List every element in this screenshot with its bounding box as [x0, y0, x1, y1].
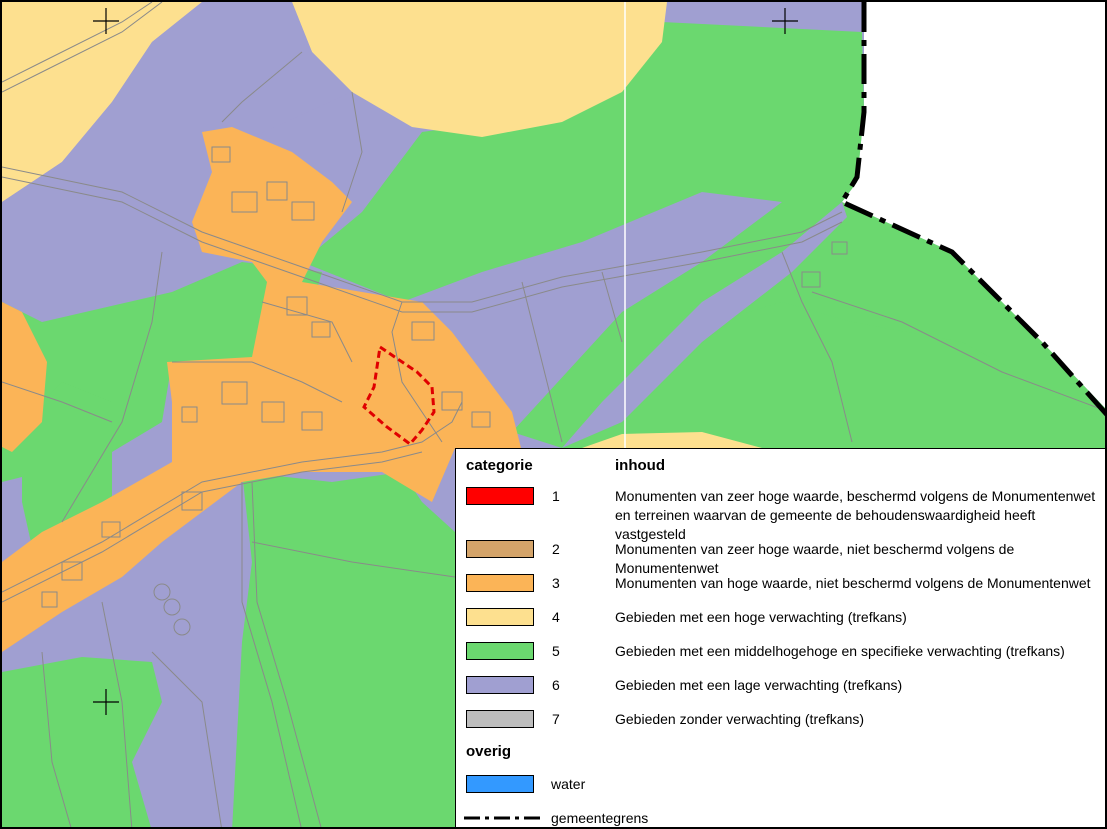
legend-row-3: 3 Monumenten van hoge waarde, niet besch… — [456, 572, 1105, 602]
legend-swatch-3 — [466, 574, 534, 592]
legend-row-4: 4 Gebieden met een hoge verwachting (tre… — [456, 606, 1105, 636]
legend-swatch-2 — [466, 540, 534, 558]
map-legend: categorie inhoud 1 Monumenten van zeer h… — [455, 448, 1105, 827]
legend-desc-5: Gebieden met een middelhogehoge en speci… — [615, 643, 1065, 659]
legend-desc-3: Monumenten van hoge waarde, niet bescher… — [615, 575, 1091, 591]
legend-swatch-4 — [466, 608, 534, 626]
legend-swatch-1 — [466, 487, 534, 505]
legend-category-header: categorie — [466, 457, 533, 474]
legend-row-water: water — [456, 775, 1105, 805]
legend-row-2: 2 Monumenten van zeer hoge waarde, niet … — [456, 538, 1105, 576]
legend-boundary-label: gemeentegrens — [551, 810, 649, 826]
legend-row-1: 1 Monumenten van zeer hoge waarde, besch… — [456, 485, 1105, 542]
zone-mid-south — [232, 472, 455, 827]
legend-swatch-7 — [466, 710, 534, 728]
legend-swatch-water — [466, 775, 534, 793]
legend-desc-7: Gebieden zonder verwachting (trefkans) — [615, 711, 865, 727]
legend-other-header: overig — [466, 743, 512, 760]
legend-num-6: 6 — [552, 677, 560, 693]
legend-num-2: 2 — [552, 541, 560, 557]
legend-num-7: 7 — [552, 711, 560, 727]
legend-num-1: 1 — [552, 488, 560, 504]
legend-desc-6: Gebieden met een lage verwachting (trefk… — [615, 677, 903, 693]
legend-boundary-line — [464, 816, 542, 820]
legend-desc-1: Monumenten van zeer hoge waarde, bescher… — [615, 488, 1096, 542]
legend-num-5: 5 — [552, 643, 560, 659]
legend-swatch-5 — [466, 642, 534, 660]
legend-swatch-6 — [466, 676, 534, 694]
legend-num-3: 3 — [552, 575, 560, 591]
zone-mid-southwest — [2, 657, 162, 827]
legend-row-boundary: gemeentegrens — [456, 809, 1105, 827]
legend-row-6: 6 Gebieden met een lage verwachting (tre… — [456, 674, 1105, 704]
legend-row-5: 5 Gebieden met een middelhogehoge en spe… — [456, 640, 1105, 670]
legend-row-7: 7 Gebieden zonder verwachting (trefkans) — [456, 708, 1105, 738]
legend-num-4: 4 — [552, 609, 560, 625]
legend-desc-4: Gebieden met een hoge verwachting (trefk… — [615, 609, 907, 625]
legend-water-label: water — [551, 776, 586, 792]
legend-content-header: inhoud — [615, 457, 665, 474]
map-frame: categorie inhoud 1 Monumenten van zeer h… — [0, 0, 1107, 829]
